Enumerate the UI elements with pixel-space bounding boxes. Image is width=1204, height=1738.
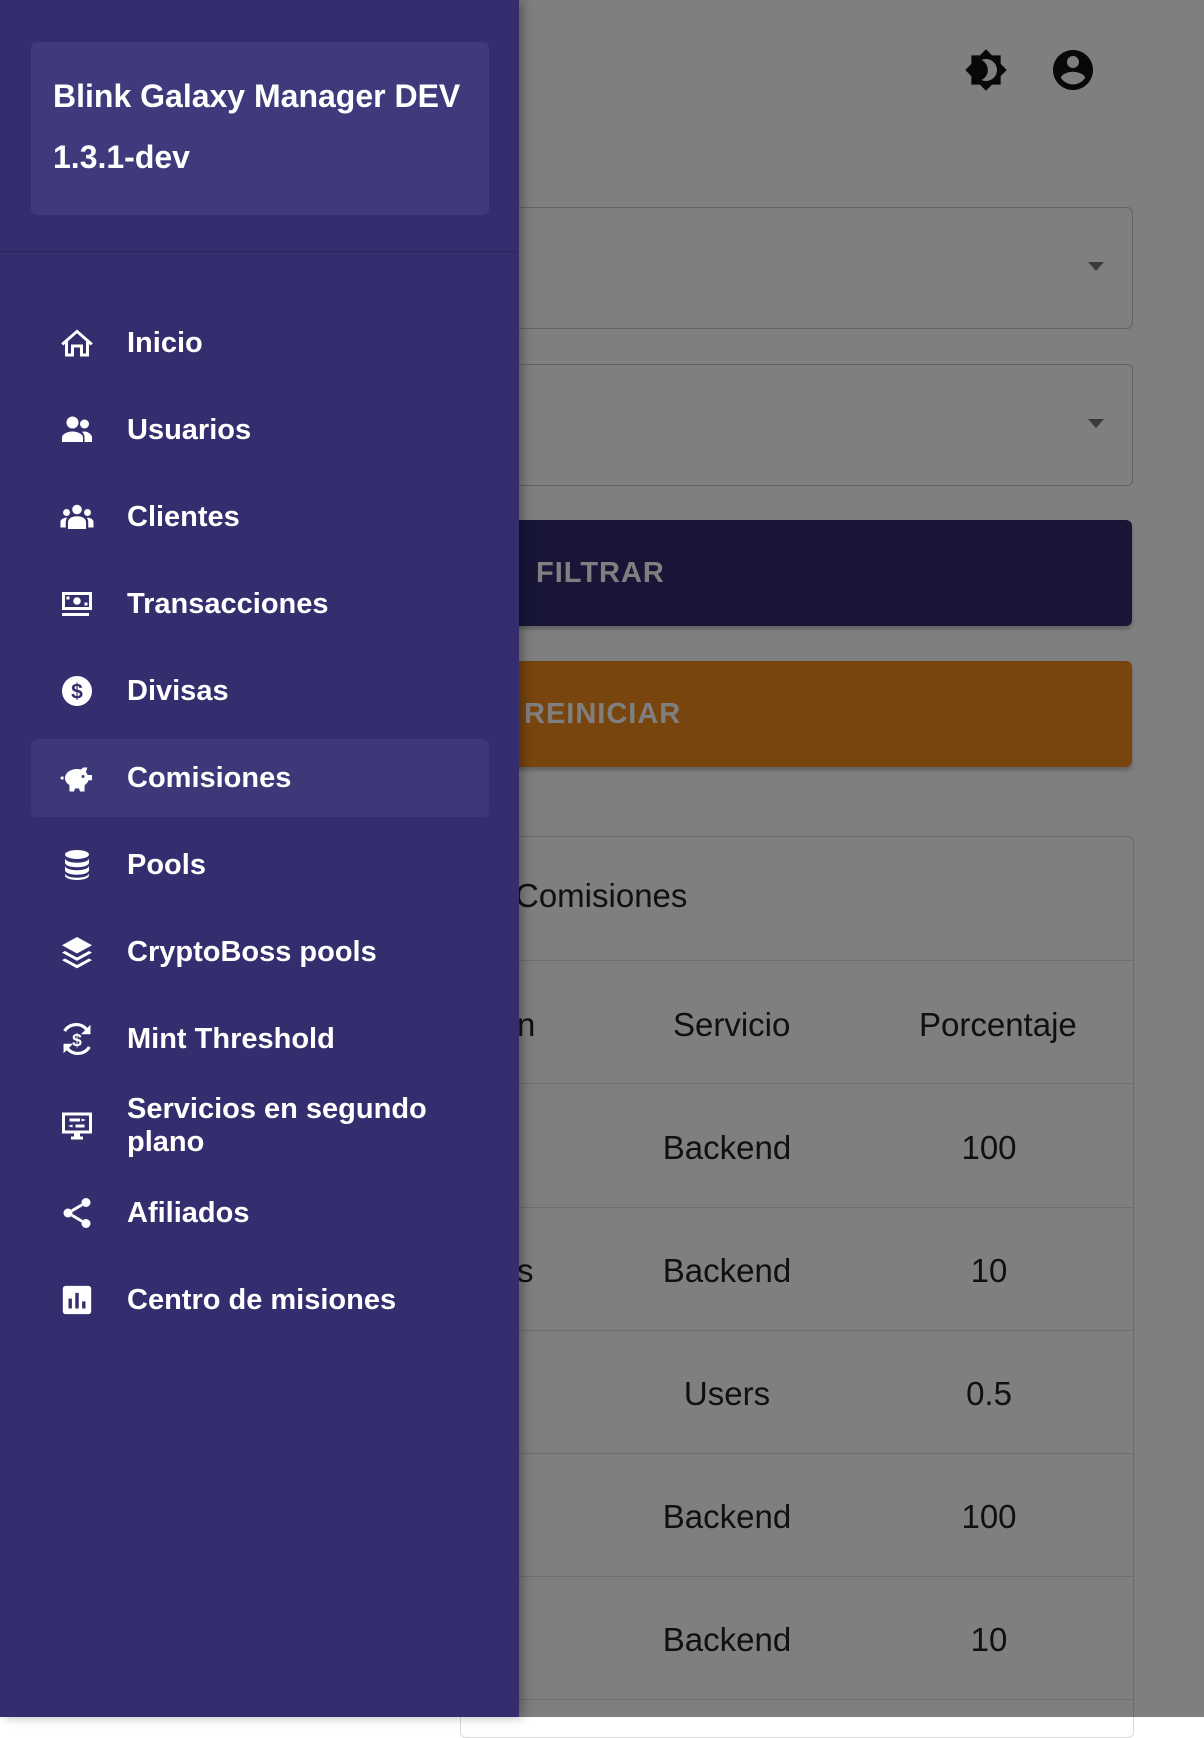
sidebar-item-label: Comisiones	[127, 761, 292, 794]
sidebar-item-label: Afiliados	[127, 1196, 250, 1229]
sidebar-item-transacciones[interactable]: Transacciones	[31, 565, 489, 643]
sidebar-item-pools[interactable]: Pools	[31, 826, 489, 904]
layers-icon	[57, 932, 97, 972]
svg-text:$: $	[72, 1030, 82, 1050]
sidebar-item-usuarios[interactable]: Usuarios	[31, 391, 489, 469]
sidebar-item-label: Centro de misiones	[127, 1283, 397, 1316]
share-icon	[57, 1193, 97, 1233]
sidebar-item-label: Inicio	[127, 326, 203, 359]
app-name: Blink Galaxy Manager DEV	[53, 78, 461, 114]
sidebar-item-servicios-segundo-plano[interactable]: Servicios en segundo plano	[31, 1087, 489, 1165]
chart-icon	[57, 1280, 97, 1320]
sidebar-item-inicio[interactable]: Inicio	[31, 304, 489, 382]
sidebar-item-label: Transacciones	[127, 587, 329, 620]
sidebar-item-afiliados[interactable]: Afiliados	[31, 1174, 489, 1252]
home-icon	[57, 323, 97, 363]
sidebar-item-divisas[interactable]: $ Divisas	[31, 652, 489, 730]
divider	[0, 251, 519, 252]
sidebar-item-clientes[interactable]: Clientes	[31, 478, 489, 556]
app-version: 1.3.1-dev	[53, 139, 190, 175]
app-header: Blink Galaxy Manager DEV 1.3.1-dev	[31, 42, 489, 215]
dollar-coin-icon: $	[57, 671, 97, 711]
sidebar-item-label: Divisas	[127, 674, 229, 707]
sidebar-item-centro-misiones[interactable]: Centro de misiones	[31, 1261, 489, 1339]
sidebar-item-label: Pools	[127, 848, 206, 881]
money-icon	[57, 584, 97, 624]
piggy-bank-icon	[57, 758, 97, 798]
svg-text:$: $	[71, 681, 83, 704]
clients-icon	[57, 497, 97, 537]
sidebar-item-comisiones[interactable]: Comisiones	[31, 739, 489, 817]
users-icon	[57, 410, 97, 450]
background-services-icon	[57, 1106, 97, 1146]
currency-exchange-icon: $	[57, 1019, 97, 1059]
sidebar-item-label: CryptoBoss pools	[127, 935, 377, 968]
sidebar-item-label: Mint Threshold	[127, 1022, 335, 1055]
sidebar-item-label: Clientes	[127, 500, 240, 533]
database-icon	[57, 845, 97, 885]
sidebar-item-mint-threshold[interactable]: $ Mint Threshold	[31, 1000, 489, 1078]
sidebar-item-cryptoboss-pools[interactable]: CryptoBoss pools	[31, 913, 489, 991]
navigation-drawer: Blink Galaxy Manager DEV 1.3.1-dev Inici…	[0, 0, 519, 1717]
sidebar-item-label: Servicios en segundo plano	[127, 1093, 427, 1158]
sidebar-item-label: Usuarios	[127, 413, 252, 446]
